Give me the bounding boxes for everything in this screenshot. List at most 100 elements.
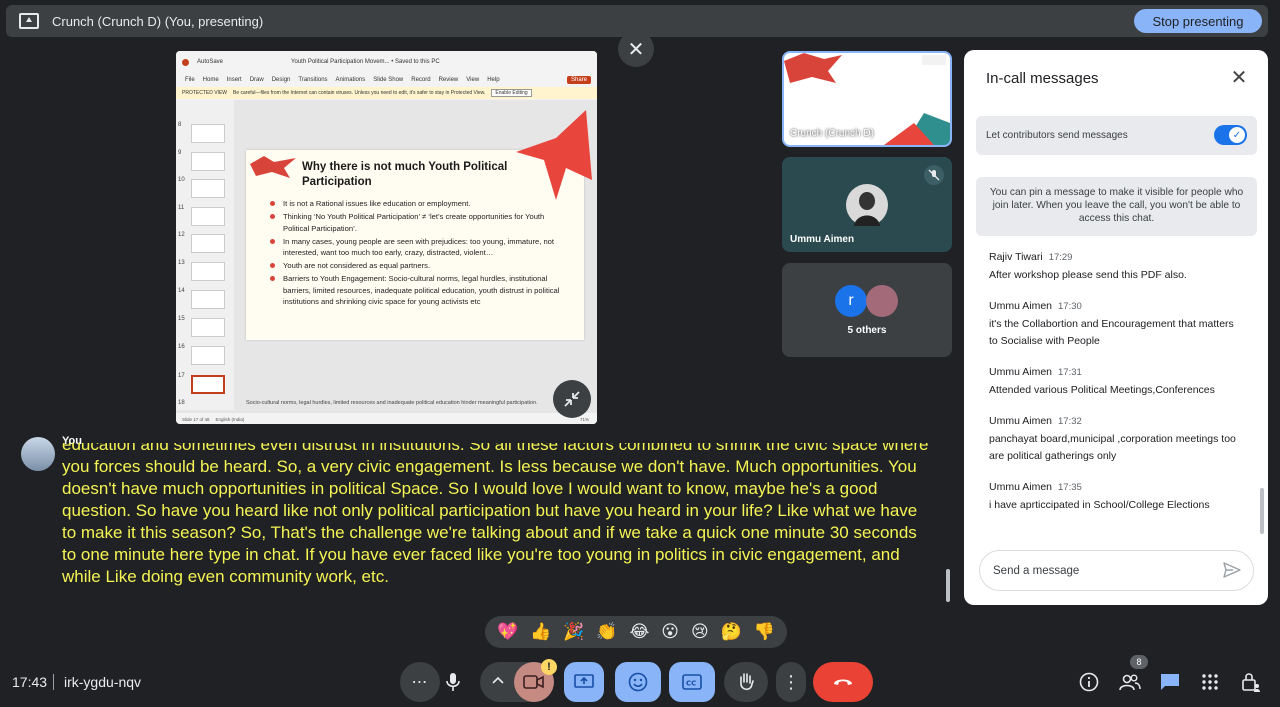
thumb-number: 9: [178, 150, 182, 156]
ellipsis-icon: ⋯: [411, 674, 429, 691]
participant-photo-avatar: [866, 285, 898, 317]
close-icon: ✕: [1230, 67, 1248, 89]
close-preview-button[interactable]: ✕: [618, 31, 654, 67]
thumb-number: 8: [178, 122, 182, 128]
slide-thumbnail: [191, 179, 225, 198]
slide-bullet: Youth are not considered as equal partne…: [270, 260, 570, 272]
present-now-button[interactable]: [564, 662, 604, 702]
enable-editing-button: Enable Editing: [491, 89, 532, 97]
raise-hand-icon: [740, 673, 754, 691]
camera-icon: [523, 675, 544, 689]
present-screen-icon: [574, 674, 594, 688]
people-button[interactable]: [1119, 671, 1141, 693]
more-vertical-icon: ⋮: [782, 672, 800, 692]
ppt-menu-item: Slide Show: [373, 77, 404, 83]
message-text: Attended various Political Meetings,Conf…: [989, 384, 1215, 396]
others-count-label: 5 others: [847, 325, 887, 336]
list-item: Ummu Aimen 17:35 i have aprticcipated in …: [989, 477, 1244, 514]
message-text: After workshop please send this PDF also…: [989, 269, 1187, 281]
raise-hand-button[interactable]: [724, 662, 768, 702]
slide-decoration-icon: [516, 110, 592, 200]
microphone-icon: [446, 673, 460, 691]
thumb-number: 11: [178, 205, 185, 211]
participant-tile-ummu[interactable]: Ummu Aimen: [782, 157, 952, 252]
reaction-joy[interactable]: 😂: [629, 622, 649, 642]
slide-bullet: Thinking ‘No Youth Political Participati…: [270, 211, 570, 234]
list-item: Ummu Aimen 17:32 panchayat board,municipa…: [989, 411, 1244, 465]
message-time: 17:35: [1058, 482, 1082, 493]
presentation-preview: AutoSave Youth Political Participation M…: [176, 51, 597, 424]
message-input[interactable]: Send a message: [979, 550, 1254, 591]
self-tile[interactable]: Crunch (Crunch D): [782, 51, 952, 147]
reaction-clapping[interactable]: 👏: [596, 622, 617, 642]
slide-thumbnails: 8 9 10 11 12 13 14 15 16 17 18: [176, 100, 234, 410]
others-tile[interactable]: r 5 others: [782, 263, 952, 357]
close-panel-button[interactable]: ✕: [1227, 67, 1251, 89]
protected-message: Be careful—files from the Internet can c…: [233, 90, 486, 96]
ppt-titlebar: AutoSave Youth Political Participation M…: [176, 51, 597, 73]
contributors-messages-toggle[interactable]: ✓: [1214, 125, 1247, 145]
reaction-thumbs-up[interactable]: 👍: [530, 622, 551, 642]
svg-text:CC: CC: [686, 680, 696, 688]
reactions-button[interactable]: [615, 662, 661, 702]
thumb-number: 12: [178, 232, 185, 238]
slide-thumbnail: [191, 152, 225, 171]
thumb-number: 13: [178, 260, 185, 266]
slide-heading: Why there is not much Youth Political Pa…: [302, 161, 508, 188]
chat-scrollbar[interactable]: [1260, 488, 1264, 534]
captions-button[interactable]: CC: [669, 662, 715, 702]
reaction-party-popper[interactable]: 🎉: [563, 622, 584, 642]
activities-button[interactable]: [1199, 671, 1221, 693]
speaker-notes: Socio-cultural norms, legal hurdles, lim…: [246, 400, 538, 406]
people-count-badge: 8: [1130, 655, 1148, 669]
ppt-share-button: Share: [566, 76, 591, 84]
slide-thumbnail: [191, 290, 225, 309]
ppt-menu-item: Animations: [335, 77, 366, 83]
chat-button[interactable]: [1159, 671, 1181, 693]
message-time: 17:30: [1058, 301, 1082, 312]
slide-thumbnail: [191, 207, 225, 226]
participant-avatar: [846, 184, 888, 226]
ppt-menu-item: Review: [438, 77, 459, 83]
reaction-surprised[interactable]: 😮: [661, 622, 679, 642]
reaction-sad[interactable]: 😢: [691, 622, 709, 642]
meeting-details-button[interactable]: [1078, 671, 1100, 693]
microphone-button[interactable]: [433, 662, 473, 702]
pin-info-note: You can pin a message to make it visible…: [976, 177, 1257, 236]
participant-name: Ummu Aimen: [790, 234, 855, 245]
message-list: Rajiv Tiwari 17:29 After workshop please …: [989, 247, 1244, 526]
more-options-button[interactable]: ⋮: [776, 662, 806, 702]
protected-label: PROTECTED VIEW: [182, 90, 228, 96]
thumb-number: 10: [178, 177, 185, 183]
message-sender: Ummu Aimen: [989, 366, 1053, 378]
message-sender: Ummu Aimen: [989, 415, 1053, 427]
send-icon[interactable]: [1223, 562, 1241, 578]
banner-title: Crunch (Crunch D) (You, presenting): [52, 13, 264, 29]
thumb-number: 17: [178, 373, 185, 379]
reaction-thumbs-down[interactable]: 👎: [754, 622, 775, 642]
host-controls-button[interactable]: [1240, 671, 1262, 693]
message-sender: Ummu Aimen: [989, 481, 1053, 493]
caption-scrollbar[interactable]: [946, 569, 950, 602]
caption-speaker-avatar: [21, 437, 55, 471]
meeting-code: irk-ygdu-nqv: [64, 674, 142, 690]
participant-initial-avatar: r: [835, 285, 867, 317]
reaction-sparkling-heart[interactable]: 💖: [497, 622, 518, 642]
slide-thumbnail: [191, 318, 225, 337]
message-text: panchayat board,municipal ,corporation m…: [989, 433, 1236, 462]
ppt-menu-item: File: [185, 77, 195, 83]
message-sender: Ummu Aimen: [989, 300, 1053, 312]
thumb-number: 15: [178, 316, 185, 322]
reaction-thinking[interactable]: 🤔: [721, 622, 742, 642]
leave-call-button[interactable]: [813, 662, 873, 702]
chevron-up-icon[interactable]: [492, 671, 504, 689]
powerpoint-icon: [182, 58, 189, 66]
ppt-menu-item: View: [466, 77, 480, 83]
collapse-button[interactable]: [553, 380, 591, 418]
stop-presenting-button[interactable]: Stop presenting: [1134, 9, 1262, 33]
slide-thumbnail-selected: [191, 375, 225, 394]
close-icon: ✕: [627, 38, 645, 61]
slide-thumbnail: [191, 234, 225, 253]
slide-thumbnail: [191, 346, 225, 365]
end-call-icon: [834, 679, 852, 685]
